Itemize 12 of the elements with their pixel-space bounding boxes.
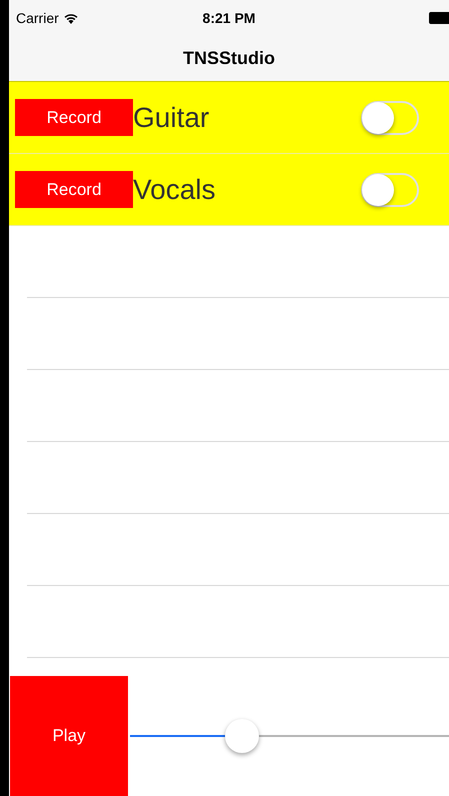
slider[interactable] bbox=[130, 719, 449, 753]
nav-title: TNSStudio bbox=[183, 48, 275, 69]
toggle-switch[interactable] bbox=[361, 172, 419, 206]
track-name: Guitar bbox=[133, 102, 210, 134]
track-name: Vocals bbox=[133, 174, 216, 206]
status-time: 8:21 PM bbox=[202, 10, 256, 26]
carrier-label: Carrier bbox=[16, 10, 59, 26]
record-button[interactable]: Record bbox=[15, 171, 133, 208]
wifi-icon bbox=[64, 12, 78, 24]
play-button[interactable]: Play bbox=[10, 676, 128, 796]
record-button[interactable]: Record bbox=[15, 99, 133, 136]
toggle-switch[interactable] bbox=[361, 100, 419, 134]
